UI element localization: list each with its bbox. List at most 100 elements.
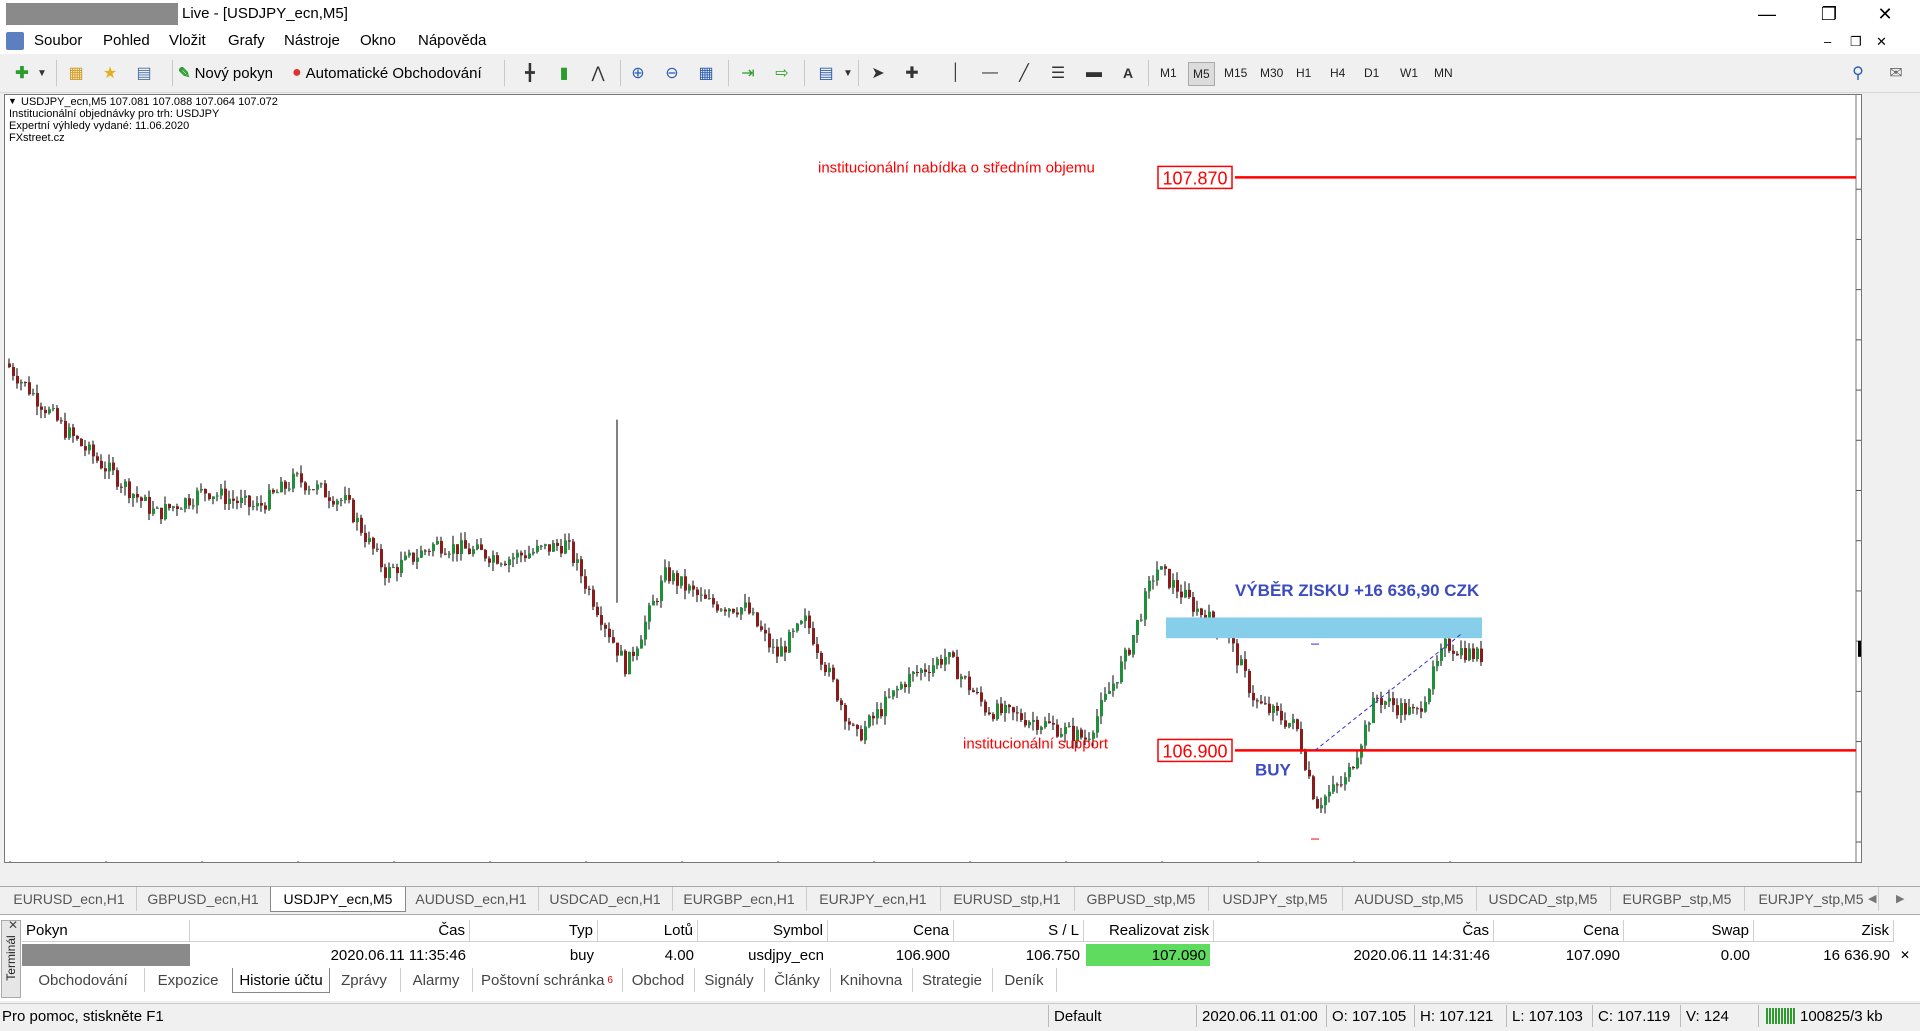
toolbar-separator — [56, 60, 57, 86]
chart-tab[interactable]: USDCAD_stp,M5 — [1476, 887, 1611, 911]
close-icon[interactable]: ✕ — [1862, 2, 1908, 26]
timeframe-h1[interactable]: H1 — [1292, 62, 1315, 84]
col-close-time[interactable]: Čas — [1214, 920, 1494, 942]
new-order-button[interactable]: ✎ Nový pokyn — [178, 62, 273, 84]
bar-chart-icon[interactable]: ╋ — [518, 62, 542, 84]
col-time[interactable]: Čas — [190, 920, 470, 942]
mdi-minimize-icon[interactable]: – — [1824, 34, 1831, 49]
crosshair-icon[interactable]: ✚ — [900, 62, 924, 84]
terminal-tab[interactable]: Knihovna — [830, 968, 913, 992]
restore-icon[interactable]: ❐ — [1806, 2, 1852, 26]
col-profit[interactable]: Zisk — [1754, 920, 1894, 942]
terminal-tab[interactable]: Signály — [694, 968, 765, 992]
chart-shift-icon[interactable]: ⇥ — [736, 62, 760, 84]
chart-tab[interactable]: AUDUSD_stp,M5 — [1342, 887, 1477, 911]
terminal-tab[interactable]: Obchod — [622, 968, 695, 992]
chart-tab[interactable]: EURJPY_stp,M5 — [1744, 887, 1879, 911]
zoom-in-icon[interactable]: ⊕ — [626, 62, 650, 84]
timeframe-d1[interactable]: D1 — [1360, 62, 1383, 84]
chart-tab[interactable]: EURGBP_stp,M5 — [1610, 887, 1745, 911]
terminal-tab[interactable]: Články — [764, 968, 831, 992]
col-sl[interactable]: S / L — [954, 920, 1084, 942]
chart-tab[interactable]: EURJPY_ecn,H1 — [806, 887, 941, 911]
chart-tab[interactable]: GBPUSD_stp,M5 — [1074, 887, 1209, 911]
fibonacci-icon[interactable]: ☰ — [1046, 62, 1070, 84]
horizontal-line-icon[interactable]: — — [978, 62, 1002, 84]
col-type[interactable]: Typ — [470, 920, 598, 942]
timeframe-w1[interactable]: W1 — [1396, 62, 1422, 84]
chart-tab[interactable]: GBPUSD_ecn,H1 — [136, 887, 271, 911]
terminal-tab[interactable]: Deník — [992, 968, 1057, 992]
dropdown-arrow-icon[interactable]: ▼ — [836, 62, 860, 84]
chart-tab[interactable]: EURUSD_ecn,H1 — [2, 887, 137, 911]
col-price[interactable]: Cena — [828, 920, 954, 942]
timeframe-m30[interactable]: M30 — [1256, 62, 1287, 84]
line-chart-icon[interactable]: ⋀ — [586, 62, 610, 84]
chart-tab[interactable]: EURUSD_stp,H1 — [940, 887, 1075, 911]
chart-tab[interactable]: USDJPY_ecn,M5 — [270, 887, 406, 912]
autoscroll-icon[interactable]: ⇨ — [770, 62, 794, 84]
timeframe-m5[interactable]: M5 — [1188, 62, 1215, 86]
col-symbol[interactable]: Symbol — [698, 920, 828, 942]
cursor-icon[interactable]: ➤ — [866, 62, 890, 84]
candle-body — [1352, 767, 1355, 769]
col-close-price[interactable]: Cena — [1494, 920, 1624, 942]
timeframe-mn[interactable]: MN — [1430, 62, 1457, 84]
auto-trading-button[interactable]: ● Automatické Obchodování — [292, 62, 482, 84]
minimize-icon[interactable]: — — [1744, 2, 1790, 26]
search-icon[interactable]: ⚲ — [1846, 62, 1870, 84]
chart-tab[interactable]: USDJPY_stp,M5 — [1208, 887, 1343, 911]
menu-napoveda[interactable]: Nápověda — [418, 32, 486, 49]
timeframe-m15[interactable]: M15 — [1220, 62, 1251, 84]
chat-icon[interactable]: ✉ — [1884, 62, 1908, 84]
candle-body — [1340, 784, 1343, 786]
terminal-tab[interactable]: Alarmy — [400, 968, 473, 992]
col-tp[interactable]: Realizovat zisk — [1084, 920, 1214, 942]
col-order[interactable]: Pokyn — [22, 920, 190, 942]
menu-grafy[interactable]: Grafy — [228, 32, 265, 49]
menu-nastroje[interactable]: Nástroje — [284, 32, 340, 49]
dropdown-arrow-icon[interactable]: ▼ — [30, 62, 54, 84]
favorites-icon[interactable]: ★ — [98, 62, 122, 84]
terminal-tab[interactable]: Poštovní schránka 6 — [472, 968, 623, 992]
text-tool-icon[interactable]: A — [1116, 62, 1140, 84]
tab-scroll-left-icon[interactable]: ◀ — [1868, 892, 1876, 905]
terminal-tab[interactable]: Obchodování — [22, 968, 145, 992]
terminal-tab[interactable]: Historie účtu — [232, 968, 330, 993]
chart-dropdown-icon[interactable]: ▼ — [8, 96, 17, 106]
menu-soubor[interactable]: Soubor — [34, 32, 82, 49]
terminal-tab[interactable]: Zprávy — [328, 968, 401, 992]
rectangle-icon[interactable]: ▬ — [1082, 62, 1106, 84]
close-position-icon[interactable]: ✕ — [1900, 948, 1910, 962]
chart-tab[interactable]: USDCAD_ecn,H1 — [538, 887, 673, 911]
candle-body — [872, 715, 875, 719]
candle-body — [1312, 776, 1315, 800]
menu-pohled[interactable]: Pohled — [103, 32, 150, 49]
price-chart[interactable]: 107.935107.850107.765107.680107.595107.5… — [4, 94, 1862, 863]
timeframe-h4[interactable]: H4 — [1326, 62, 1349, 84]
zoom-out-icon[interactable]: ⊖ — [660, 62, 684, 84]
terminal-tab[interactable]: Expozice — [144, 968, 233, 992]
tile-windows-icon[interactable]: ▦ — [694, 62, 718, 84]
terminal-tab[interactable]: Strategie — [912, 968, 993, 992]
candle-body — [132, 494, 135, 499]
tab-scroll-right-icon[interactable]: ▶ — [1896, 892, 1904, 905]
menu-vlozit[interactable]: Vložit — [169, 32, 206, 49]
candle-body — [552, 542, 555, 552]
chart-tab[interactable]: AUDUSD_ecn,H1 — [404, 887, 539, 911]
menu-okno[interactable]: Okno — [360, 32, 396, 49]
timeframe-m1[interactable]: M1 — [1156, 62, 1181, 84]
col-swap[interactable]: Swap — [1624, 920, 1754, 942]
mdi-restore-icon[interactable]: ❐ — [1850, 34, 1862, 50]
navigator-icon[interactable]: ▤ — [132, 62, 156, 84]
chart-tab[interactable]: EURGBP_ecn,H1 — [672, 887, 807, 911]
market-watch-icon[interactable]: ▦ — [64, 62, 88, 84]
terminal-close-icon[interactable]: ✕ — [8, 918, 18, 932]
status-profile[interactable]: Default — [1054, 1008, 1102, 1025]
candlestick-icon[interactable]: ▮ — [552, 62, 576, 84]
trendline-icon[interactable]: ╱ — [1012, 62, 1036, 84]
vertical-line-icon[interactable]: │ — [944, 62, 968, 84]
mdi-close-icon[interactable]: ✕ — [1876, 34, 1887, 50]
indicators-icon[interactable]: ▤ — [814, 62, 838, 84]
col-lots[interactable]: Lotů — [598, 920, 698, 942]
